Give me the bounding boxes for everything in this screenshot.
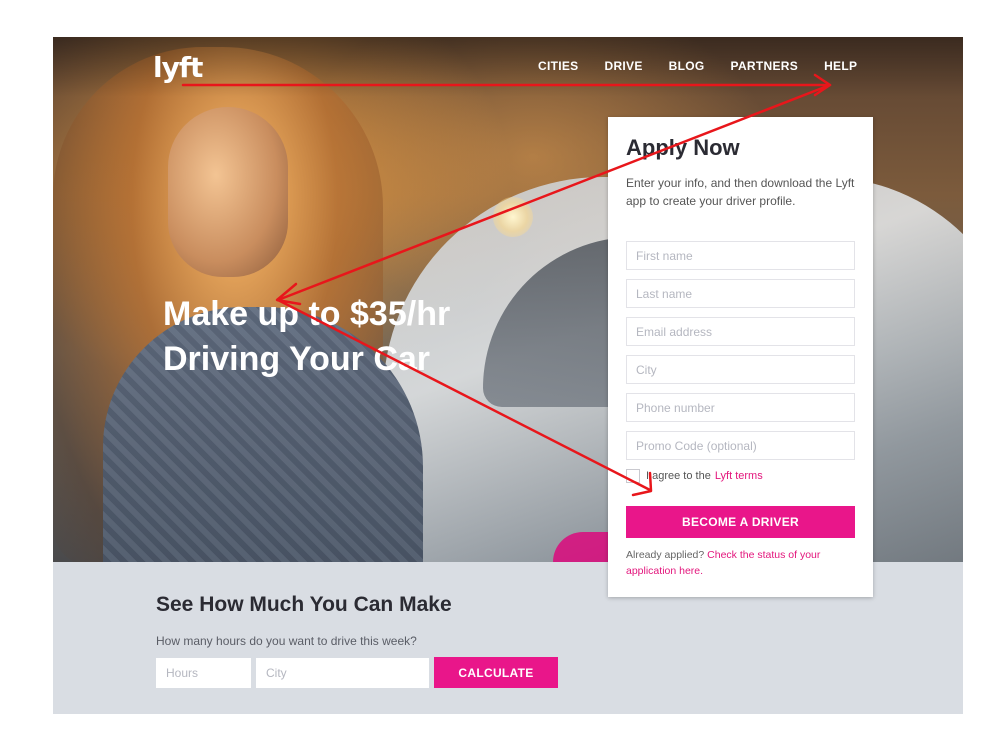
hero-light-glow	[493, 197, 533, 237]
hero-person-face	[168, 107, 288, 277]
become-a-driver-button[interactable]: BECOME A DRIVER	[626, 506, 855, 538]
top-nav: CITIES DRIVE BLOG PARTNERS HELP	[538, 59, 883, 73]
city-field[interactable]	[626, 355, 855, 384]
apply-now-card: Apply Now Enter your info, and then down…	[608, 117, 873, 597]
nav-item-drive[interactable]: DRIVE	[604, 59, 642, 73]
nav-item-help[interactable]: HELP	[824, 59, 857, 73]
calculator-city-input[interactable]	[256, 658, 429, 688]
hero-headline-line-2: Driving Your Car	[163, 340, 431, 378]
hero-headline-line-1: Make up to $35/hr	[163, 295, 451, 333]
nav-item-cities[interactable]: CITIES	[538, 59, 578, 73]
apply-now-intro: Enter your info, and then download the L…	[626, 176, 855, 208]
apply-now-title: Apply Now	[626, 135, 740, 160]
phone-field[interactable]	[626, 393, 855, 422]
terms-label: I agree to the	[646, 470, 711, 482]
email-field[interactable]	[626, 317, 855, 346]
calculate-button[interactable]: CALCULATE	[434, 657, 558, 688]
already-applied-text: Already applied?	[626, 549, 705, 561]
last-name-field[interactable]	[626, 279, 855, 308]
already-applied-note: Already applied? Check the status of you…	[626, 547, 861, 579]
terms-checkbox[interactable]	[626, 469, 640, 483]
terms-agreement: I agree to the Lyft terms	[626, 469, 763, 483]
lyft-driver-landing-page: lyft CITIES DRIVE BLOG PARTNERS HELP Mak…	[53, 37, 963, 714]
hero-headline: Make up to $35/hr Driving Your Car	[163, 292, 450, 382]
earnings-calculator-title: See How Much You Can Make	[156, 593, 452, 616]
hours-input[interactable]	[156, 658, 251, 688]
first-name-field[interactable]	[626, 241, 855, 270]
nav-item-partners[interactable]: PARTNERS	[731, 59, 799, 73]
lyft-terms-link[interactable]: Lyft terms	[715, 470, 763, 482]
nav-item-blog[interactable]: BLOG	[669, 59, 705, 73]
earnings-calculator-subtitle: How many hours do you want to drive this…	[156, 634, 417, 648]
promo-code-field[interactable]	[626, 431, 855, 460]
lyft-logo[interactable]: lyft	[153, 51, 203, 84]
